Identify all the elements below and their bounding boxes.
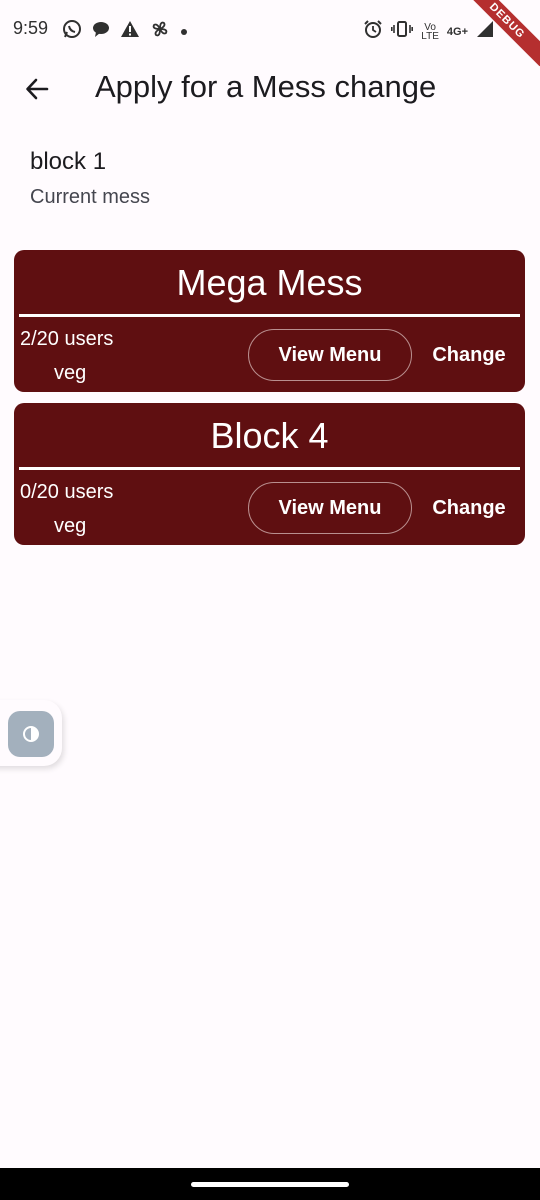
mess-divider: [19, 467, 520, 470]
volte-bottom: LTE: [421, 30, 439, 42]
alarm-icon: [363, 19, 383, 44]
mess-name: Mega Mess: [176, 262, 363, 303]
view-menu-button[interactable]: View Menu: [248, 482, 412, 534]
app-bar: Apply for a Mess change: [0, 58, 540, 118]
current-mess-name: block 1: [30, 148, 107, 175]
mess-users-count: 0/20 users: [20, 481, 114, 503]
network-type: 4G+: [446, 25, 468, 38]
mess-divider: [19, 314, 520, 317]
mess-name: Block 4: [210, 415, 329, 456]
mess-food-type: veg: [54, 362, 87, 384]
change-button[interactable]: Change: [424, 329, 514, 381]
navigation-bar: [0, 1168, 540, 1200]
page-title: Apply for a Mess change: [95, 69, 437, 104]
vibrate-icon: [391, 20, 414, 43]
mess-users-count: 2/20 users: [20, 328, 114, 350]
chat-icon: [92, 20, 110, 43]
mess-food-type: veg: [54, 515, 87, 537]
contrast-icon: [23, 726, 39, 742]
current-mess-label: Current mess: [30, 186, 151, 208]
theme-toggle-button[interactable]: [8, 711, 54, 757]
view-menu-button[interactable]: View Menu: [248, 329, 412, 381]
screen: 9:59 Vo LTE 4G+ DEBUG Apply for a Mess c…: [0, 0, 540, 1200]
status-left-icons: [62, 19, 188, 44]
change-button[interactable]: Change: [424, 482, 514, 534]
whatsapp-icon: [62, 19, 82, 44]
status-right-icons: Vo LTE 4G+: [363, 19, 494, 44]
mess-card: Mega Mess 2/20 users veg View Menu Chang…: [14, 250, 525, 392]
status-bar: 9:59 Vo LTE 4G+ DEBUG: [0, 0, 540, 67]
status-time: 9:59: [13, 18, 49, 38]
pinwheel-icon: [150, 19, 170, 44]
back-button[interactable]: [18, 70, 56, 108]
home-indicator[interactable]: [191, 1182, 349, 1187]
mess-card: Block 4 0/20 users veg View Menu Change: [14, 403, 525, 545]
volte-indicator: Vo LTE: [421, 22, 439, 42]
theme-toggle-container: [0, 700, 62, 766]
dot-icon: [180, 23, 188, 41]
arrow-left-icon: [26, 78, 49, 100]
signal-icon: [476, 20, 494, 43]
warning-icon: [120, 20, 140, 43]
